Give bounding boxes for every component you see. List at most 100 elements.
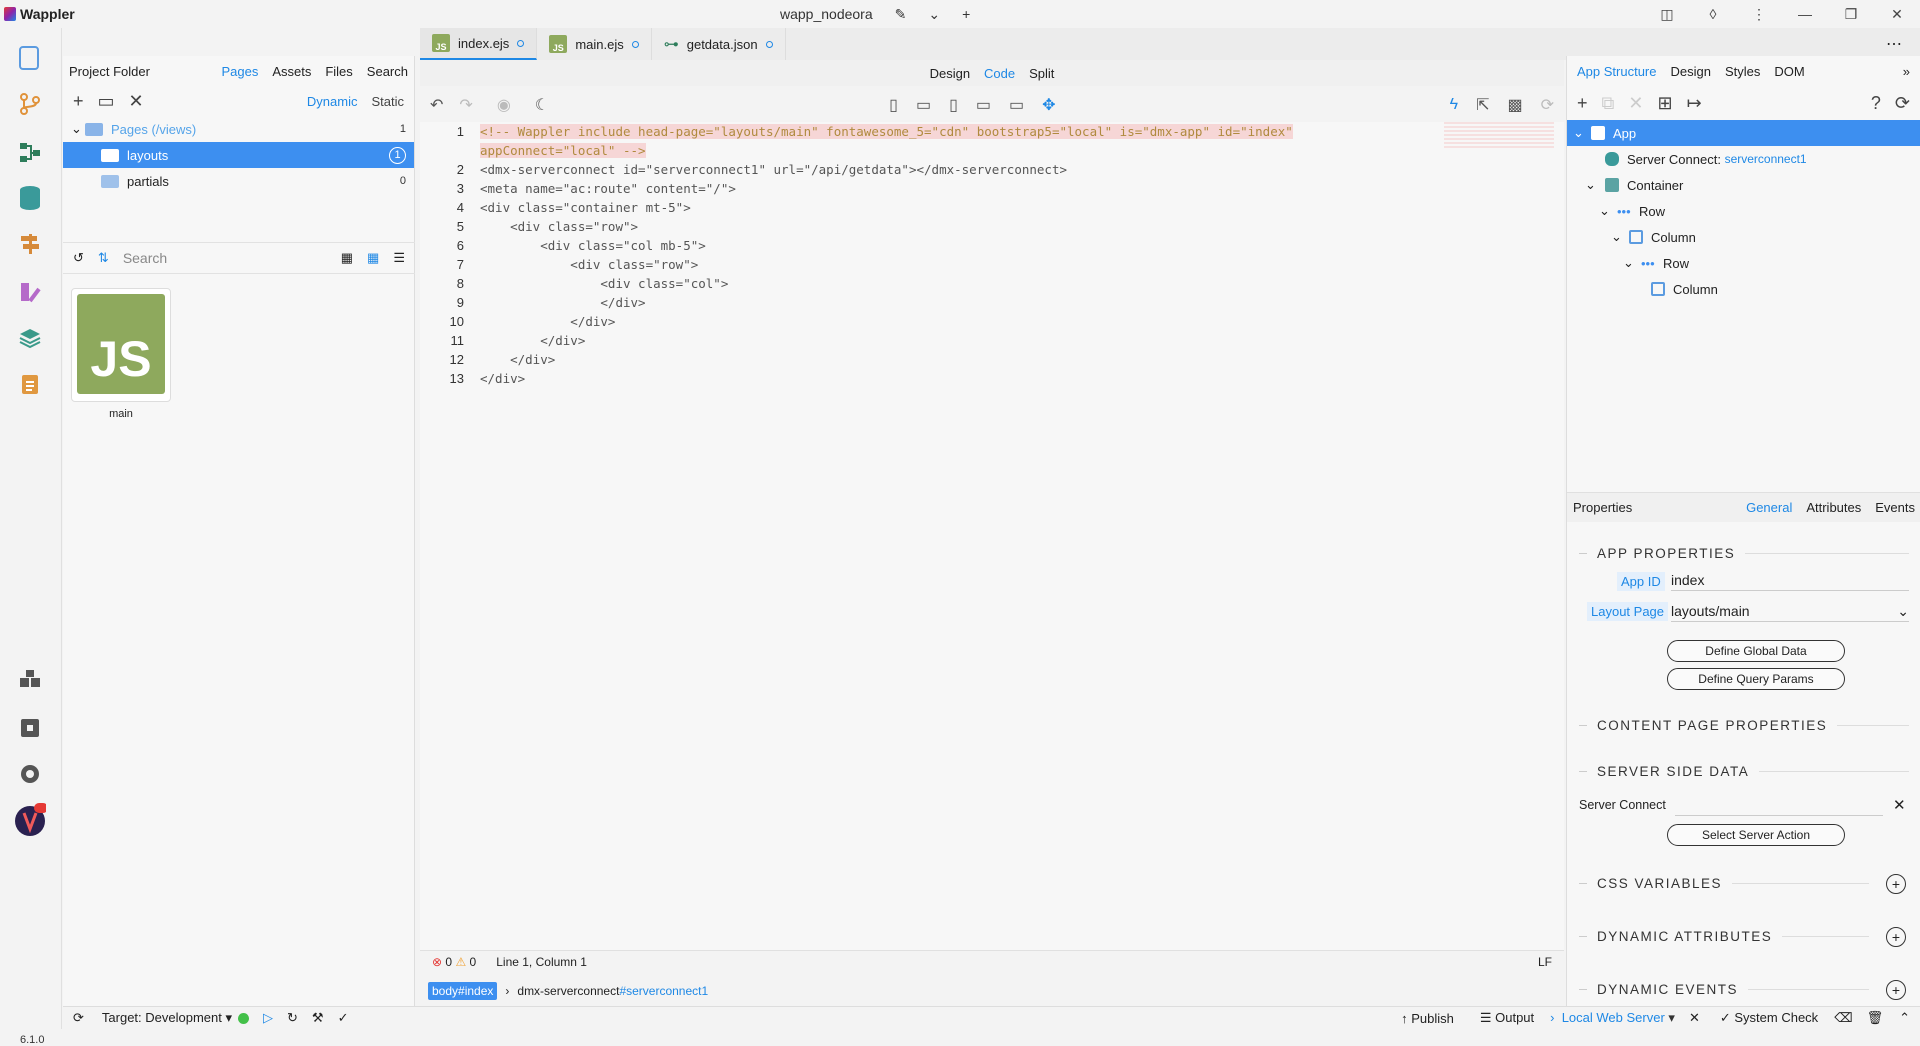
file-search-input[interactable]: Search	[123, 250, 327, 266]
sort-icon[interactable]: ⇅	[98, 250, 109, 266]
open-browser-icon[interactable]: ⇱	[1476, 95, 1489, 115]
tab-files[interactable]: Files	[325, 64, 352, 79]
errors-indicator[interactable]: ⊗ 0 ⚠ 0	[432, 955, 476, 969]
structure-row[interactable]: ⌄ ••• Row	[1567, 198, 1920, 224]
add-component-icon[interactable]: +	[1577, 93, 1588, 114]
wrap-icon[interactable]: ⊞	[1657, 93, 1672, 114]
server-connect-input[interactable]	[1675, 796, 1883, 816]
define-query-params-button[interactable]: Define Query Params	[1667, 668, 1845, 690]
target-selector[interactable]: Target: Development ▾	[102, 1010, 232, 1026]
add-page-icon[interactable]: +	[73, 91, 84, 112]
collapse-panel-icon[interactable]: »	[1903, 64, 1910, 79]
add-icon[interactable]: +	[962, 6, 970, 22]
tree-item-pages[interactable]: ⌄ Pages (/views) 1	[63, 116, 414, 142]
eraser-icon[interactable]: ⌫	[1834, 1010, 1852, 1026]
breadcrumb-body[interactable]: body#index	[428, 982, 498, 1000]
run-play-icon[interactable]: ▷	[263, 1010, 273, 1026]
output-button[interactable]: ☰ Output	[1480, 1010, 1534, 1026]
maximize-button[interactable]: ❐	[1828, 6, 1874, 23]
structure-container[interactable]: ⌄ Container	[1567, 172, 1920, 198]
design-palette-icon[interactable]	[14, 276, 46, 308]
chevron-down-icon[interactable]: ⌄	[928, 6, 940, 23]
database-icon[interactable]	[14, 182, 46, 214]
plugins-puzzle-icon[interactable]	[14, 712, 46, 744]
add-dynamic-event-icon[interactable]: +	[1886, 980, 1906, 1000]
publish-button[interactable]: ↑ Publish	[1401, 1011, 1454, 1026]
chevron-down-icon[interactable]: ⌄	[71, 121, 85, 137]
redo-icon[interactable]: ↷	[459, 95, 472, 115]
large-grid-view-icon[interactable]: ▦	[341, 250, 353, 266]
system-check-button[interactable]: ✓ System Check	[1720, 1010, 1818, 1026]
structure-app[interactable]: ⌄ App	[1567, 120, 1920, 146]
tree-item-partials[interactable]: partials 0	[63, 168, 414, 194]
mode-split[interactable]: Split	[1029, 66, 1054, 81]
copy-icon[interactable]: ⧉	[1602, 93, 1615, 114]
line-ending[interactable]: LF	[1538, 955, 1552, 969]
add-dynamic-attribute-icon[interactable]: +	[1886, 927, 1906, 947]
fullwidth-arrows-icon[interactable]: ✥	[1042, 95, 1055, 115]
build-hammer-icon[interactable]: ⚒	[312, 1010, 324, 1026]
tab-events[interactable]: Events	[1875, 500, 1915, 515]
close-window-button[interactable]: ✕	[1874, 6, 1920, 23]
settings-gear-icon[interactable]	[14, 758, 46, 790]
code-editor[interactable]: 1 <!-- Wappler include head-page="layouts…	[420, 122, 1564, 950]
section-css-variables[interactable]: CSS VARIABLES	[1579, 876, 1869, 891]
tab-main-ejs[interactable]: JS main.ejs	[537, 28, 652, 60]
chevron-down-icon[interactable]: ⌄	[1623, 255, 1641, 271]
section-app-properties[interactable]: APP PROPERTIES	[1579, 546, 1909, 561]
minimize-button[interactable]: —	[1782, 6, 1828, 22]
select-server-action-button[interactable]: Select Server Action	[1667, 824, 1845, 846]
grid-view-icon[interactable]: ▦	[367, 250, 379, 266]
add-css-variable-icon[interactable]: +	[1886, 874, 1906, 894]
chevron-up-icon[interactable]: ⌃	[1899, 1010, 1910, 1026]
mode-design[interactable]: Design	[930, 66, 970, 81]
extensions-box-icon[interactable]	[14, 664, 46, 696]
sync-icon[interactable]: ⟳	[73, 1010, 84, 1026]
chevron-down-icon[interactable]: ⌄	[1599, 203, 1617, 219]
new-folder-icon[interactable]: ▭	[98, 91, 115, 112]
structure-column-nested[interactable]: Column	[1567, 276, 1920, 302]
dark-mode-moon-icon[interactable]: ☾	[535, 95, 549, 115]
tablet-view-icon[interactable]: ▯	[949, 95, 958, 115]
refresh-icon[interactable]: ⟳	[1895, 93, 1910, 114]
web-server-selector[interactable]: › Local Web Server ▾	[1550, 1010, 1675, 1026]
tab-dom[interactable]: DOM	[1774, 64, 1804, 79]
mode-code[interactable]: Code	[984, 66, 1015, 81]
structure-row-nested[interactable]: ⌄ ••• Row	[1567, 250, 1920, 276]
tab-index-ejs[interactable]: JS index.ejs	[420, 28, 538, 60]
theme-drop-icon[interactable]: ◊	[1690, 6, 1736, 22]
server-workflow-icon[interactable]	[14, 136, 46, 168]
undo-icon[interactable]: ↶	[430, 95, 443, 115]
section-content-page-properties[interactable]: CONTENT PAGE PROPERTIES	[1579, 718, 1909, 733]
desktop-view-icon[interactable]: ▭	[1009, 95, 1024, 115]
trash-icon[interactable]: 🗑	[1867, 1010, 1884, 1026]
stop-server-icon[interactable]: ✕	[1689, 1010, 1700, 1026]
tab-search[interactable]: Search	[367, 64, 408, 79]
section-dynamic-attributes[interactable]: DYNAMIC ATTRIBUTES	[1579, 929, 1869, 944]
tab-design[interactable]: Design	[1671, 64, 1711, 79]
tab-styles[interactable]: Styles	[1725, 64, 1760, 79]
tasks-clipboard-icon[interactable]	[14, 368, 46, 400]
laptop-view-icon[interactable]: ▭	[976, 95, 991, 115]
more-menu-icon[interactable]: ⋮	[1736, 6, 1782, 23]
tab-getdata-json[interactable]: ⊶ getdata.json	[652, 28, 786, 60]
list-view-icon[interactable]: ☰	[393, 250, 405, 266]
tab-pages[interactable]: Pages	[221, 64, 258, 79]
pages-icon[interactable]	[14, 42, 46, 74]
edit-pencil-icon[interactable]: ✎	[895, 6, 907, 23]
code-minimap[interactable]	[1444, 122, 1554, 148]
project-name[interactable]: wapp_nodeora	[780, 6, 873, 22]
git-icon[interactable]	[14, 88, 46, 120]
lightning-icon[interactable]: ϟ	[1450, 96, 1458, 114]
phone-landscape-icon[interactable]: ▭	[916, 95, 931, 115]
move-out-icon[interactable]: ↦	[1687, 93, 1702, 114]
tab-general[interactable]: General	[1746, 500, 1792, 515]
chevron-down-icon[interactable]: ⌄	[1573, 125, 1591, 141]
mode-dynamic[interactable]: Dynamic	[307, 94, 358, 109]
wappler-pro-logo[interactable]	[14, 803, 46, 836]
chevron-down-icon[interactable]: ⌄	[1585, 177, 1605, 193]
tab-app-structure[interactable]: App Structure	[1577, 64, 1657, 79]
chevron-down-icon[interactable]: ⌄	[1611, 229, 1629, 245]
section-server-side-data[interactable]: SERVER SIDE DATA	[1579, 764, 1909, 779]
chevron-down-icon[interactable]: ⌄	[1897, 603, 1909, 620]
